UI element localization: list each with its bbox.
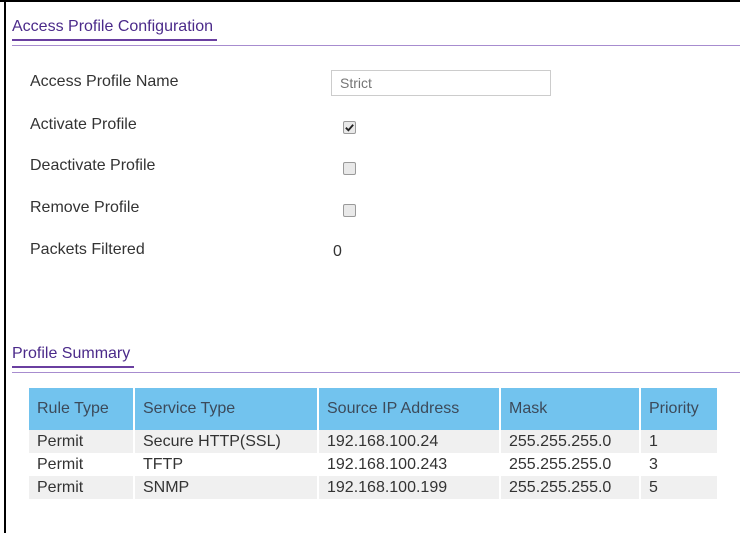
cell-priority: 1 — [640, 430, 719, 453]
summary-section-title-underline — [12, 366, 135, 368]
table-row[interactable]: Permit TFTP 192.168.100.243 255.255.255.… — [29, 453, 719, 476]
cell-mask: 255.255.255.0 — [500, 453, 641, 476]
cell-service-type: Secure HTTP(SSL) — [134, 430, 319, 453]
cell-source-ip: 192.168.100.24 — [318, 430, 501, 453]
summary-section-rule — [12, 372, 740, 373]
access-profile-name-input[interactable] — [331, 70, 551, 96]
cell-mask: 255.255.255.0 — [500, 476, 641, 499]
column-header-service-type: Service Type — [134, 388, 319, 430]
checkmark-icon — [345, 124, 354, 132]
column-header-mask: Mask — [500, 388, 641, 430]
cell-source-ip: 192.168.100.199 — [318, 476, 501, 499]
config-section-title: Access Profile Configuration — [12, 18, 217, 41]
table-row[interactable]: Permit Secure HTTP(SSL) 192.168.100.24 2… — [29, 430, 719, 453]
packets-filtered-value: 0 — [333, 243, 342, 260]
cell-priority: 3 — [640, 453, 719, 476]
table-header-row: Rule Type Service Type Source IP Address… — [29, 388, 719, 430]
access-profile-name-label: Access Profile Name — [30, 73, 179, 90]
cell-rule-type: Permit — [29, 430, 135, 453]
packets-filtered-label: Packets Filtered — [30, 241, 145, 258]
config-section-rule — [12, 45, 740, 46]
summary-section-title: Profile Summary — [12, 345, 135, 368]
table-row[interactable]: Permit SNMP 192.168.100.199 255.255.255.… — [29, 476, 719, 499]
deactivate-profile-label: Deactivate Profile — [30, 157, 156, 174]
page-frame-left — [4, 0, 6, 533]
remove-profile-checkbox[interactable] — [343, 204, 356, 217]
column-header-source-ip: Source IP Address — [318, 388, 501, 430]
config-section-title-underline — [12, 39, 217, 41]
profile-summary-table: Rule Type Service Type Source IP Address… — [29, 388, 719, 499]
cell-service-type: TFTP — [134, 453, 319, 476]
column-header-priority: Priority — [640, 388, 719, 430]
cell-source-ip: 192.168.100.243 — [318, 453, 501, 476]
deactivate-profile-checkbox[interactable] — [343, 162, 356, 175]
cell-priority: 5 — [640, 476, 719, 499]
remove-profile-label: Remove Profile — [30, 199, 140, 216]
page-frame-top — [0, 0, 740, 2]
summary-section-title-text: Profile Summary — [12, 345, 131, 362]
activate-profile-checkbox[interactable] — [343, 121, 356, 134]
activate-profile-label: Activate Profile — [30, 116, 137, 133]
cell-rule-type: Permit — [29, 453, 135, 476]
cell-service-type: SNMP — [134, 476, 319, 499]
column-header-rule-type: Rule Type — [29, 388, 135, 430]
cell-rule-type: Permit — [29, 476, 135, 499]
cell-mask: 255.255.255.0 — [500, 430, 641, 453]
config-section-title-text: Access Profile Configuration — [12, 18, 213, 35]
